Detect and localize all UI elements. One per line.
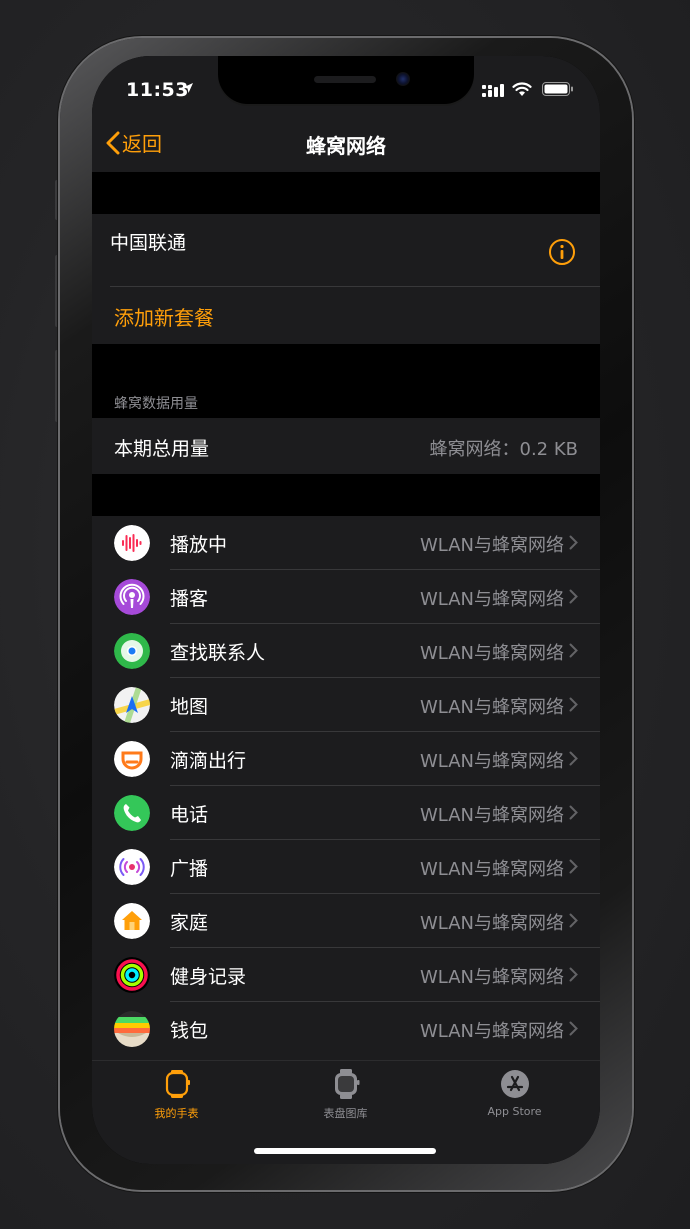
app-row-didi[interactable]: 滴滴出行 WLAN与蜂窝网络 <box>92 732 600 786</box>
app-row-radio[interactable]: 广播 WLAN与蜂窝网络 <box>92 840 600 894</box>
app-name: 家庭 <box>170 912 209 934</box>
battery-icon <box>542 82 573 96</box>
chevron-right-icon <box>569 535 578 550</box>
add-plan-button[interactable]: 添加新套餐 <box>114 302 214 331</box>
tab-app-store[interactable]: App Store <box>430 1069 599 1118</box>
app-network-value: WLAN与蜂窝网络 <box>419 535 564 556</box>
find-people-icon <box>114 633 150 669</box>
app-name: 电话 <box>170 804 209 826</box>
chevron-right-icon <box>569 643 578 658</box>
app-name: 钱包 <box>170 1020 209 1042</box>
info-icon[interactable] <box>548 238 576 266</box>
app-network-value: WLAN与蜂窝网络 <box>419 643 564 664</box>
app-name: 地图 <box>170 696 209 718</box>
front-camera <box>396 72 410 86</box>
chevron-right-icon <box>569 751 578 766</box>
cellular-signal-icon <box>482 84 504 97</box>
app-name: 查找联系人 <box>170 642 266 664</box>
app-store-icon <box>500 1070 529 1098</box>
app-row-home[interactable]: 家庭 WLAN与蜂窝网络 <box>92 894 600 948</box>
notch <box>218 56 474 104</box>
app-row-find-people[interactable]: 查找联系人 WLAN与蜂窝网络 <box>92 624 600 678</box>
app-name: 广播 <box>170 858 209 880</box>
settings-list[interactable]: 中国联通 添加新套餐 蜂窝数据用量 本期总用量 蜂窝网络：0.2 KB 播放中 … <box>92 172 600 1060</box>
face-gallery-icon <box>334 1069 359 1099</box>
screen: 11:53 返回 蜂窝网络 中国联通 添加新套餐 蜂窝数据用量 本期总用量 蜂窝… <box>92 56 600 1164</box>
app-row-podcasts[interactable]: 播客 WLAN与蜂窝网络 <box>92 570 600 624</box>
wallet-icon <box>114 1011 150 1047</box>
home-indicator[interactable] <box>254 1148 436 1154</box>
carrier-name: 中国联通 <box>110 232 187 254</box>
now-playing-icon <box>114 525 150 561</box>
activity-icon <box>114 957 150 993</box>
phone-icon <box>114 795 150 831</box>
carrier-group: 中国联通 添加新套餐 <box>92 214 600 344</box>
chevron-right-icon <box>569 697 578 712</box>
usage-row: 本期总用量 蜂窝网络：0.2 KB <box>92 418 600 474</box>
app-network-value: WLAN与蜂窝网络 <box>419 805 564 826</box>
app-row-phone[interactable]: 电话 WLAN与蜂窝网络 <box>92 786 600 840</box>
watch-icon <box>165 1070 190 1098</box>
app-network-value: WLAN与蜂窝网络 <box>419 967 564 988</box>
app-network-value: WLAN与蜂窝网络 <box>419 751 564 772</box>
app-row-wallet[interactable]: 钱包 WLAN与蜂窝网络 <box>92 1002 600 1056</box>
podcasts-icon <box>114 579 150 615</box>
chevron-right-icon <box>569 805 578 820</box>
navigation-bar: 返回 蜂窝网络 <box>92 116 600 172</box>
chevron-right-icon <box>569 1021 578 1036</box>
location-arrow-icon <box>183 83 193 93</box>
app-network-value: WLAN与蜂窝网络 <box>419 913 564 934</box>
radio-icon <box>114 849 150 885</box>
app-network-value: WLAN与蜂窝网络 <box>419 697 564 718</box>
tab-face-gallery[interactable]: 表盘图库 <box>261 1069 430 1121</box>
usage-section-header: 蜂窝数据用量 <box>114 396 198 412</box>
earpiece-speaker <box>314 76 376 83</box>
page-title: 蜂窝网络 <box>306 134 386 158</box>
usage-label: 本期总用量 <box>114 438 210 460</box>
chevron-right-icon <box>569 967 578 982</box>
app-network-value: WLAN与蜂窝网络 <box>419 1021 564 1042</box>
app-name: 健身记录 <box>170 966 247 988</box>
tab-label: 我的手表 <box>154 1107 199 1120</box>
tab-label: 表盘图库 <box>323 1107 368 1120</box>
tab-label: App Store <box>487 1105 542 1118</box>
chevron-right-icon <box>569 913 578 928</box>
usage-value: 蜂窝网络：0.2 KB <box>429 439 579 460</box>
maps-icon <box>114 687 150 723</box>
separator <box>110 286 600 287</box>
tab-my-watch[interactable]: 我的手表 <box>92 1069 261 1121</box>
chevron-right-icon <box>569 859 578 874</box>
didi-icon <box>114 741 150 777</box>
status-time: 11:53 <box>126 79 189 101</box>
chevron-right-icon <box>569 589 578 604</box>
app-name: 播放中 <box>170 534 228 556</box>
app-row-now-playing[interactable]: 播放中 WLAN与蜂窝网络 <box>92 516 600 570</box>
app-name: 播客 <box>170 588 209 610</box>
app-network-value: WLAN与蜂窝网络 <box>419 859 564 880</box>
app-name: 滴滴出行 <box>170 750 247 772</box>
app-row-activity[interactable]: 健身记录 WLAN与蜂窝网络 <box>92 948 600 1002</box>
home-icon <box>114 903 150 939</box>
app-row-maps[interactable]: 地图 WLAN与蜂窝网络 <box>92 678 600 732</box>
app-network-value: WLAN与蜂窝网络 <box>419 589 564 610</box>
apps-group: 播放中 WLAN与蜂窝网络 播客 WLAN与蜂窝网络 查找联系人 WLAN与蜂窝… <box>92 516 600 1060</box>
wifi-icon <box>512 82 532 96</box>
